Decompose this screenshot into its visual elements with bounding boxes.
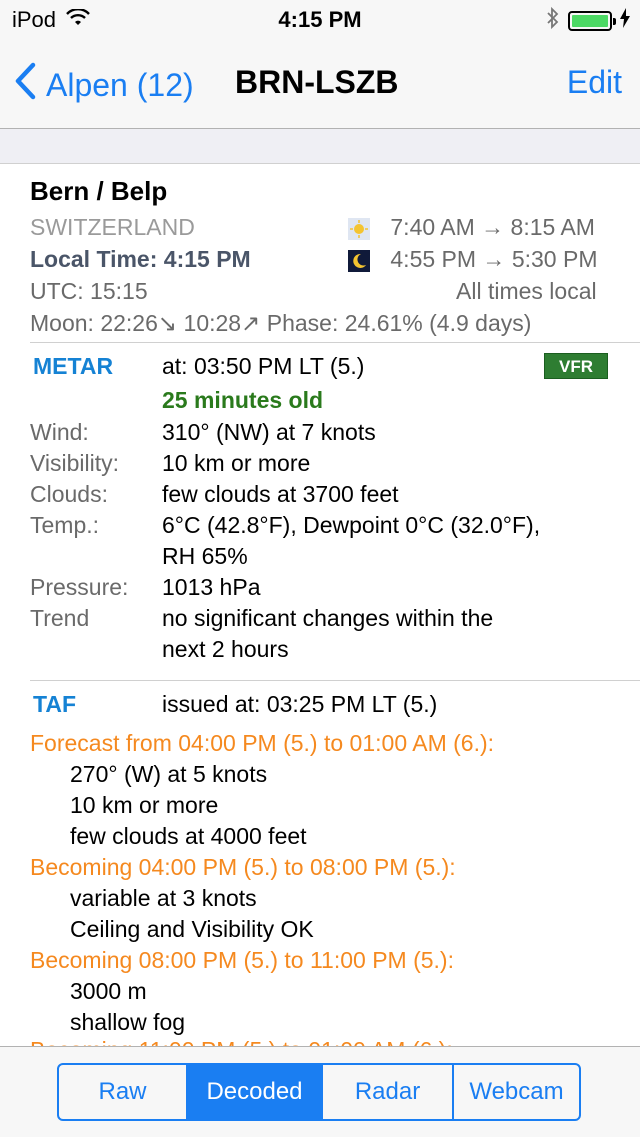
visibility-value: 10 km or more <box>162 450 311 476</box>
view-segmented-control: Raw Decoded Radar Webcam <box>57 1063 581 1121</box>
tab-webcam[interactable]: Webcam <box>454 1065 579 1119</box>
taf-period-header: Becoming 04:00 PM (5.) to 08:00 PM (5.): <box>30 854 456 880</box>
bluetooth-icon <box>546 6 560 35</box>
sun-icon <box>348 217 370 240</box>
navigation-bar: Alpen (12) BRN-LSZB Edit <box>0 40 640 129</box>
back-button[interactable]: Alpen (12) <box>14 62 194 108</box>
taf-period-line: Ceiling and Visibility OK <box>70 916 314 942</box>
pressure-value: 1013 hPa <box>162 574 261 600</box>
times-note: All times local <box>456 278 597 304</box>
tab-radar[interactable]: Radar <box>323 1065 454 1119</box>
battery-icon <box>568 10 616 31</box>
section-header-band <box>0 129 640 164</box>
page-title: BRN-LSZB <box>235 64 399 100</box>
tab-decoded[interactable]: Decoded <box>188 1065 323 1119</box>
station-country: SWITZERLAND <box>30 214 195 240</box>
sun-times: 7:40 AM → 8:15 AM <box>390 214 595 240</box>
taf-period-line: few clouds at 4000 feet <box>70 823 307 849</box>
moon-phase: Moon: 22:26↘ 10:28↗ Phase: 24.61% (4.9 d… <box>30 310 532 336</box>
status-right <box>546 6 630 35</box>
status-time: 4:15 PM <box>278 7 362 32</box>
charging-icon <box>620 8 630 33</box>
sun-times-row: 7:40 AM → 8:15 AM <box>348 214 595 241</box>
temp-value: 6°C (42.8°F), Dewpoint 0°C (32.0°F), <box>162 512 541 538</box>
taf-period-line: variable at 3 knots <box>70 885 257 911</box>
taf-period-line: 270° (W) at 5 knots <box>70 761 268 787</box>
wind-value: 310° (NW) at 7 knots <box>162 419 376 445</box>
tab-raw[interactable]: Raw <box>59 1065 188 1119</box>
temp-label: Temp.: <box>30 512 100 538</box>
trend-value-cont: next 2 hours <box>162 636 289 662</box>
vfr-badge: VFR <box>544 353 608 379</box>
metar-label: METAR <box>33 353 114 379</box>
edit-button[interactable]: Edit <box>567 64 622 101</box>
moon-icon <box>348 249 370 272</box>
taf-period-header: Forecast from 04:00 PM (5.) to 01:00 AM … <box>30 730 495 756</box>
taf-period-header: Becoming 08:00 PM (5.) to 11:00 PM (5.): <box>30 947 454 973</box>
taf-issued: issued at: 03:25 PM LT (5.) <box>162 691 438 717</box>
metar-observed: at: 03:50 PM LT (5.) <box>162 353 365 379</box>
taf-period-header: Becoming 11:00 PM (5.) to 01:00 AM (6.): <box>30 1037 453 1046</box>
station-name: Bern / Belp <box>30 176 168 206</box>
wind-label: Wind: <box>30 419 89 445</box>
local-time: Local Time: 4:15 PM <box>30 246 251 272</box>
divider <box>30 342 640 343</box>
temp-value-rh: RH 65% <box>162 543 248 569</box>
clouds-label: Clouds: <box>30 481 108 507</box>
trend-label: Trend <box>30 605 90 631</box>
moon-times-row: 4:55 PM → 5:30 PM <box>348 246 597 273</box>
taf-period-line: 3000 m <box>70 978 147 1004</box>
pressure-label: Pressure: <box>30 574 129 600</box>
taf-label: TAF <box>33 691 77 717</box>
taf-period-line: shallow fog <box>70 1009 186 1035</box>
metar-age: 25 minutes old <box>162 387 324 413</box>
moon-times: 4:55 PM → 5:30 PM <box>390 246 598 272</box>
bottom-toolbar: Raw Decoded Radar Webcam <box>0 1046 640 1137</box>
divider <box>30 680 640 681</box>
back-button-label: Alpen (12) <box>46 66 194 103</box>
trend-value: no significant changes within the <box>162 605 494 631</box>
taf-period-line: 10 km or more <box>70 792 219 818</box>
status-bar: iPod 4:15 PM <box>0 0 640 40</box>
clouds-value: few clouds at 3700 feet <box>162 481 399 507</box>
weather-content[interactable]: Bern / Belp SWITZERLAND 7:40 AM → 8:15 A… <box>0 164 640 1046</box>
utc-time: UTC: 15:15 <box>30 278 148 304</box>
chevron-left-icon <box>14 62 36 108</box>
visibility-label: Visibility: <box>30 450 120 476</box>
